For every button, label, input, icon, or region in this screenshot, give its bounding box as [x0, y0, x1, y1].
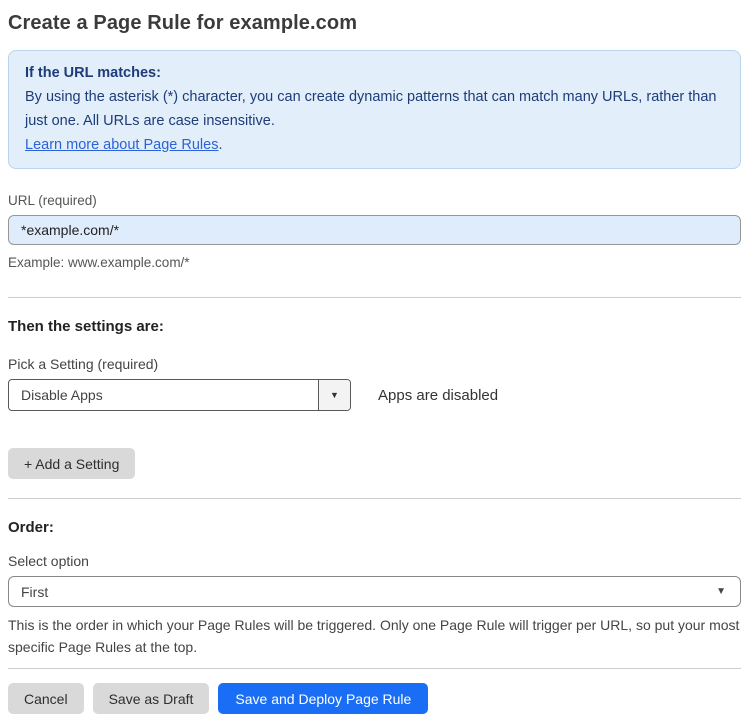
page-rule-form: Create a Page Rule for example.com If th…: [0, 0, 750, 727]
divider: [8, 297, 741, 298]
setting-dropdown-value: Disable Apps: [21, 387, 103, 403]
cancel-button[interactable]: Cancel: [8, 683, 84, 714]
save-draft-button[interactable]: Save as Draft: [92, 683, 210, 714]
order-section-heading: Order:: [8, 519, 54, 536]
url-helper-text: Example: www.example.com/*: [8, 255, 190, 270]
order-select[interactable]: First ▼: [8, 576, 741, 607]
info-box-link-line: Learn more about Page Rules.: [25, 133, 724, 157]
settings-section-heading: Then the settings are:: [8, 318, 164, 335]
add-setting-button[interactable]: + Add a Setting: [8, 448, 136, 479]
divider: [8, 498, 741, 499]
divider: [8, 668, 741, 669]
order-select-label: Select option: [8, 553, 89, 569]
url-label: URL (required): [8, 193, 97, 208]
order-helper-text: This is the order in which your Page Rul…: [8, 617, 740, 655]
setting-picker-label: Pick a Setting (required): [8, 356, 159, 372]
chevron-down-icon: ▼: [330, 390, 339, 400]
setting-dropdown[interactable]: Disable Apps ▼: [8, 379, 351, 411]
order-select-value: First: [21, 583, 49, 600]
save-deploy-button[interactable]: Save and Deploy Page Rule: [218, 683, 429, 714]
setting-status-text: Apps are disabled: [378, 386, 499, 404]
url-match-info-box: If the URL matches: By using the asteris…: [8, 50, 741, 169]
page-title: Create a Page Rule for example.com: [8, 12, 358, 34]
info-box-heading: If the URL matches:: [25, 65, 161, 81]
caret-down-icon: ▼: [716, 586, 726, 597]
link-period: .: [218, 137, 223, 153]
setting-row: Disable Apps ▼ Apps are disabled: [8, 379, 741, 411]
info-box-body: By using the asterisk (*) character, you…: [25, 89, 717, 129]
dropdown-arrow-button[interactable]: ▼: [318, 380, 350, 410]
footer-actions: Cancel Save as Draft Save and Deploy Pag…: [8, 683, 741, 727]
learn-more-link[interactable]: Learn more about Page Rules: [25, 137, 218, 153]
url-input[interactable]: [8, 215, 741, 245]
